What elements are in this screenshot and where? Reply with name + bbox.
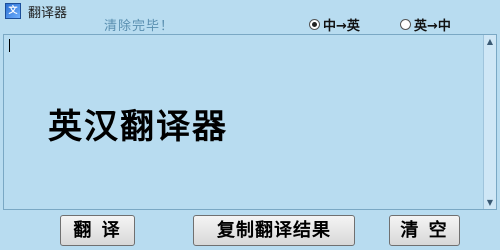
translate-button[interactable]: 翻 译 [60,215,135,246]
vertical-scrollbar[interactable]: ▲ ▼ [483,35,496,209]
copy-result-button[interactable]: 复制翻译结果 [193,215,355,246]
text-content: 英汉翻译器 [48,107,228,147]
window-title: 翻译器 [28,6,68,21]
radio-label-zh-to-en: 中→英 [323,19,360,34]
title-bar: 文 翻译器 清除完毕！ 中→英 英→中 [0,0,500,34]
radio-label-en-to-zh: 英→中 [414,19,451,34]
radio-button-unchecked[interactable] [400,19,411,30]
text-input-area[interactable]: 英汉翻译器 ▲ ▼ [3,34,497,210]
scroll-down-arrow-icon[interactable]: ▼ [484,196,496,209]
radio-button-checked[interactable] [309,19,320,30]
radio-zh-to-en[interactable]: 中→英 [309,15,360,34]
scroll-up-arrow-icon[interactable]: ▲ [484,35,496,48]
text-caret [9,39,10,52]
status-message: 清除完毕！ [104,19,175,34]
radio-en-to-zh[interactable]: 英→中 [400,15,451,34]
clear-button[interactable]: 清 空 [389,215,460,246]
app-icon: 文 [5,3,21,19]
